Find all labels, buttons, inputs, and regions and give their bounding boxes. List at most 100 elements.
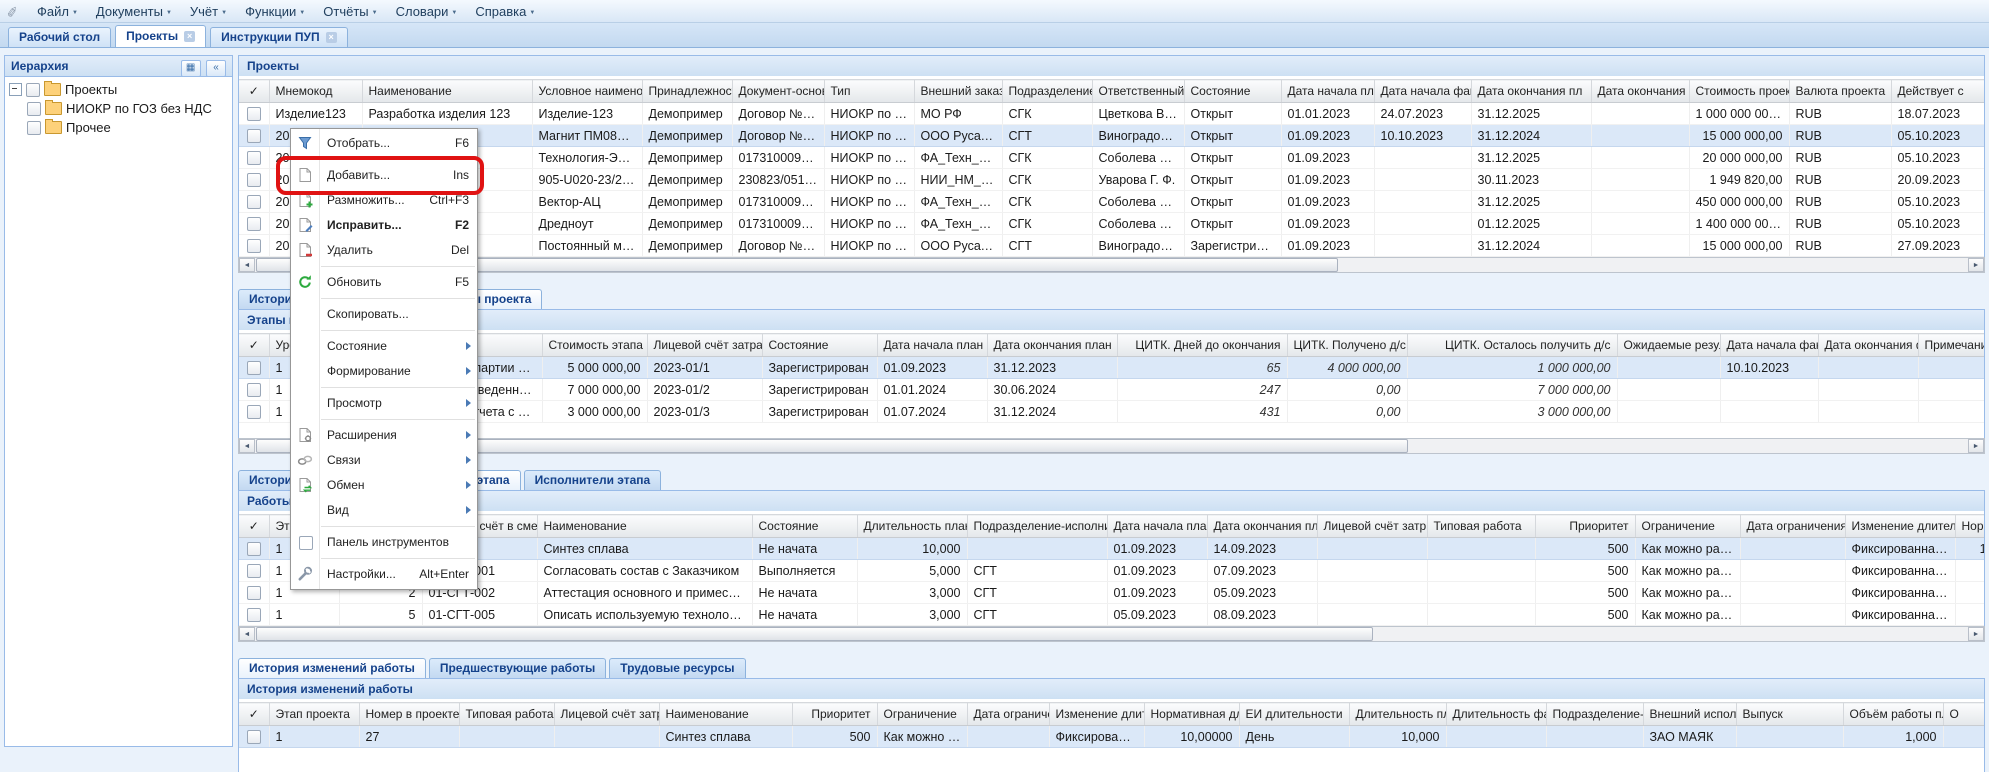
column-header[interactable]: Состояние [1184, 80, 1281, 103]
context-menu-item[interactable]: Связи [291, 448, 477, 473]
scroll-thumb[interactable] [256, 627, 1373, 641]
context-menu-item[interactable]: Просмотр [291, 391, 477, 416]
tree-collapse-icon[interactable] [9, 83, 22, 96]
column-header[interactable]: Дата начала план. [1281, 80, 1374, 103]
table-row[interactable]: 2023-03905-U020-23/269Демопример230823/0… [239, 169, 1985, 191]
row-checkbox[interactable] [247, 586, 261, 600]
column-header[interactable]: Типовая работа [459, 703, 554, 726]
row-checkbox[interactable] [247, 239, 261, 253]
column-header[interactable]: Состояние [752, 515, 857, 538]
collapse-panel-button[interactable]: « [206, 60, 226, 77]
menubar-item[interactable]: Функции▼ [236, 2, 314, 21]
tree-checkbox[interactable] [27, 102, 41, 116]
table-row[interactable]: 2023-05ДредноутДемопример017310009922…НИ… [239, 213, 1985, 235]
context-menu-item[interactable]: Формирование [291, 359, 477, 384]
column-header[interactable]: Примечание [1918, 334, 1985, 357]
table-row[interactable]: 1Синтез сплаваНе начата10,00001.09.20231… [239, 538, 1985, 560]
column-header[interactable]: Состояние [762, 334, 877, 357]
column-header[interactable]: О [1943, 703, 1985, 726]
menubar-item[interactable]: Учёт▼ [181, 2, 236, 21]
tree-item[interactable]: Прочее [7, 118, 230, 137]
close-icon[interactable]: × [184, 31, 195, 42]
row-checkbox[interactable] [247, 217, 261, 231]
context-menu-item[interactable]: Панель инструментов [291, 530, 477, 555]
tab-active[interactable]: Проекты× [115, 25, 206, 47]
column-header[interactable]: Наименование [537, 515, 752, 538]
column-header[interactable]: Ответственный [1092, 80, 1184, 103]
row-checkbox[interactable] [247, 129, 261, 143]
menubar-item[interactable]: Файл▼ [28, 2, 87, 21]
context-menu-item[interactable]: DelУдалить [291, 238, 477, 263]
tree-item[interactable]: НИОКР по ГОЗ без НДС [7, 99, 230, 118]
column-header[interactable]: Дата окончания пл [1471, 80, 1591, 103]
row-checkbox[interactable] [247, 608, 261, 622]
column-header[interactable]: Лицевой счёт затр. [554, 703, 659, 726]
column-header[interactable]: Объём работы пла [1843, 703, 1943, 726]
section-tab[interactable]: История изменений работы [238, 658, 426, 678]
row-checkbox[interactable] [247, 405, 261, 419]
context-menu-item[interactable]: Скопировать... [291, 302, 477, 327]
projects-hscrollbar[interactable]: ◄ ► [238, 257, 1985, 273]
row-checkbox[interactable] [247, 542, 261, 556]
section-tab[interactable]: Предшествующие работы [429, 658, 606, 678]
row-checkbox[interactable] [247, 195, 261, 209]
table-row[interactable]: Изделие123Разработка изделия 123Изделие-… [239, 103, 1985, 125]
row-checkbox[interactable] [247, 361, 261, 375]
column-header[interactable]: ЦИТК. Получено д/с [1287, 334, 1407, 357]
column-header[interactable]: Наименование [362, 80, 532, 103]
context-menu-item[interactable]: F2Исправить... [291, 213, 477, 238]
column-header[interactable]: Дата начала план. [1107, 515, 1207, 538]
column-header[interactable]: Дата окончания план [987, 334, 1117, 357]
table-row[interactable]: 1201-СГТ-002Аттестация основного и приме… [239, 582, 1985, 604]
row-checkbox[interactable] [247, 730, 261, 744]
column-header[interactable]: Длительность фак [1446, 703, 1546, 726]
works-hscrollbar[interactable]: ◄ ► [238, 626, 1985, 642]
hierarchy-find-button[interactable]: ▦ [181, 60, 201, 77]
column-header[interactable]: Типовая работа [1427, 515, 1535, 538]
scroll-left-icon[interactable]: ◄ [239, 439, 255, 453]
column-header[interactable]: Внешний исполни [1643, 703, 1736, 726]
section-tab[interactable]: Исполнители этапа [524, 470, 662, 490]
column-header[interactable]: Валюта проекта [1789, 80, 1891, 103]
table-row[interactable]: 101-СГТ-001Согласовать состав с Заказчик… [239, 560, 1985, 582]
column-header[interactable]: ЦИТК. Осталось получить д/с [1407, 334, 1617, 357]
table-row[interactable]: 2023-01тПостоянный маг…ДемопримерДоговор… [239, 235, 1985, 257]
context-menu-item[interactable]: Расширения [291, 423, 477, 448]
context-menu-item[interactable]: F6Отобрать... [291, 131, 477, 156]
column-header[interactable]: Подразделение-от [1002, 80, 1092, 103]
column-header[interactable]: Ограничение [877, 703, 967, 726]
column-header[interactable]: ✓ [239, 334, 269, 357]
column-header[interactable]: Внешний заказчик [914, 80, 1002, 103]
column-header[interactable]: Ограничение [1635, 515, 1740, 538]
row-checkbox[interactable] [247, 107, 261, 121]
column-header[interactable]: Принадлежность [642, 80, 732, 103]
column-header[interactable]: Тип [824, 80, 914, 103]
context-menu-item[interactable]: Ctrl+F3Размножить... [291, 188, 477, 213]
table-row[interactable]: 1Изготовление опытной партии ПМ085-015 0… [239, 357, 1985, 379]
context-menu-item[interactable]: Обмен [291, 473, 477, 498]
context-menu-item[interactable]: Состояние [291, 334, 477, 359]
column-header[interactable]: Мнемокод [269, 80, 362, 103]
tab-inactive[interactable]: Инструкции ПУП× [210, 27, 347, 47]
table-row[interactable]: 127Синтез сплава500Как можно ран…Фиксиро… [239, 726, 1985, 748]
tab-inactive[interactable]: Рабочий стол [8, 27, 111, 47]
column-header[interactable]: Нормативная длит [1955, 515, 1985, 538]
column-header[interactable]: Дата окончания план. [1207, 515, 1317, 538]
column-header[interactable]: Приоритет [792, 703, 877, 726]
column-header[interactable]: Подразделение-ис [1546, 703, 1643, 726]
column-header[interactable]: ЦИТК. Дней до окончания [1117, 334, 1287, 357]
scroll-left-icon[interactable]: ◄ [239, 627, 255, 641]
column-header[interactable]: Приоритет [1535, 515, 1635, 538]
column-header[interactable]: Условное наименова [532, 80, 642, 103]
column-header[interactable]: Длительность пла [1349, 703, 1446, 726]
context-menu-item[interactable]: Вид [291, 498, 477, 523]
column-header[interactable]: Изменение длител [1845, 515, 1955, 538]
column-header[interactable]: Выпуск [1736, 703, 1843, 726]
row-checkbox[interactable] [247, 151, 261, 165]
column-header[interactable]: Изменение длител [1049, 703, 1144, 726]
column-header[interactable]: Дата окончания ф [1591, 80, 1689, 103]
column-header[interactable]: Документ-основан [732, 80, 824, 103]
column-header[interactable]: Стоимость проект [1689, 80, 1789, 103]
table-row[interactable]: 2023-01Магнит ПМ085-01ДемопримерДоговор … [239, 125, 1985, 147]
column-header[interactable]: Этап проекта [269, 703, 359, 726]
